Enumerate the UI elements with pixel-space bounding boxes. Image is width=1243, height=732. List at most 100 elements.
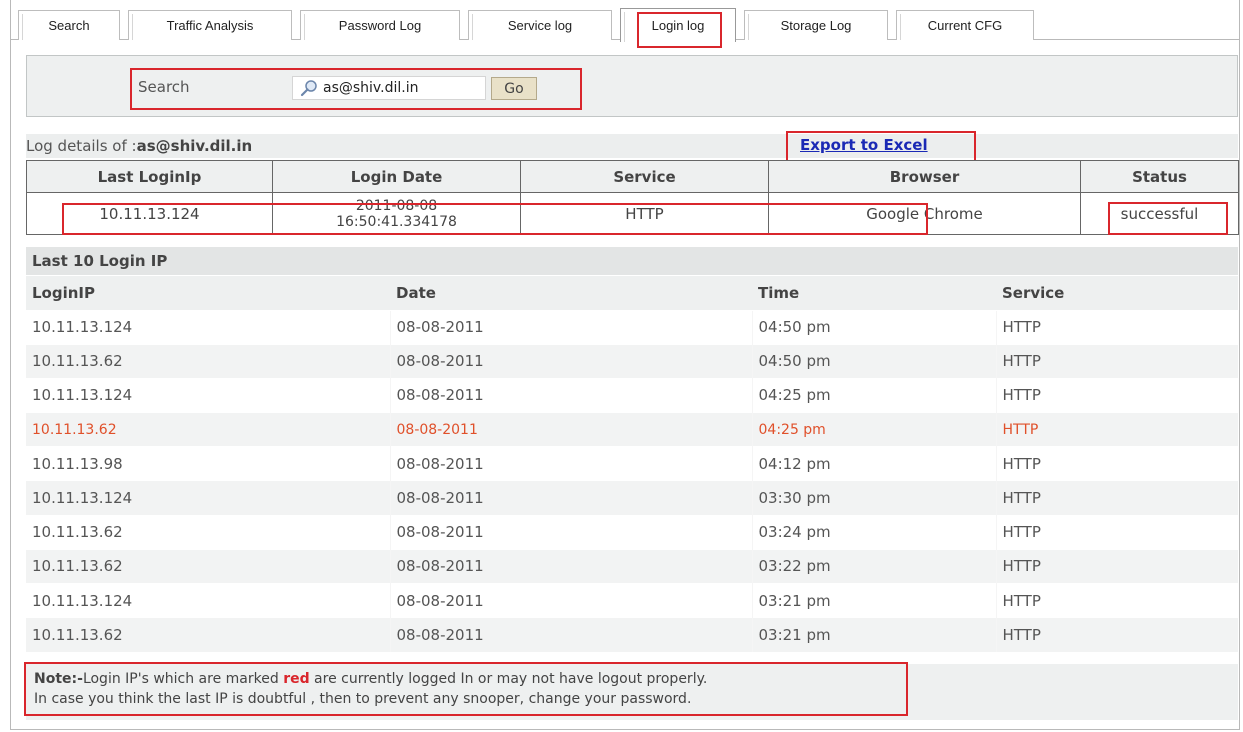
row-time: 03:24 pm xyxy=(751,514,996,550)
login-date-time: 16:50:41.334178 xyxy=(336,213,457,230)
table-row: 10.11.13.124 08-08-2011 04:50 pm HTTP xyxy=(26,309,1238,345)
row-ip: 10.11.13.62 xyxy=(26,617,390,652)
search-icon xyxy=(300,80,317,97)
row-date: 08-08-2011 xyxy=(389,617,752,652)
note-text: Login IP's which are marked xyxy=(82,671,284,687)
row-time: 03:21 pm xyxy=(751,617,996,652)
tab-service-log[interactable]: Service log xyxy=(468,10,612,40)
summary-header-cell: Status xyxy=(1080,160,1239,193)
row-time: 04:25 pm xyxy=(751,412,996,447)
row-service: HTTP xyxy=(995,412,1238,447)
note-box: Note:-Login IP's which are marked red ar… xyxy=(26,664,1238,720)
last-logins-heading: Last 10 Login IP xyxy=(26,247,1238,275)
last-logins-header-cell: Service xyxy=(996,276,1238,310)
note-red-word: red xyxy=(283,671,310,687)
log-details-prefix: Log details of : xyxy=(26,137,137,155)
search-label: Search xyxy=(138,78,190,96)
row-ip: 10.11.13.62 xyxy=(26,343,390,379)
table-row: 10.11.13.124 08-08-2011 04:25 pm HTTP xyxy=(26,377,1238,413)
tab-label: Traffic Analysis xyxy=(166,18,254,33)
tab-label: Storage Log xyxy=(780,18,852,33)
tab-storage-log[interactable]: Storage Log xyxy=(744,10,888,40)
login-service: HTTP xyxy=(520,192,769,235)
tab-search[interactable]: Search xyxy=(18,10,120,40)
row-date: 08-08-2011 xyxy=(389,343,752,379)
tab-label: Current CFG xyxy=(927,18,1003,33)
summary-header-cell: Service xyxy=(520,160,769,193)
table-row: 10.11.13.62 08-08-2011 03:21 pm HTTP xyxy=(26,617,1238,652)
row-ip: 10.11.13.124 xyxy=(26,377,390,413)
search-input-value: as@shiv.dil.in xyxy=(323,80,419,96)
login-status: successful xyxy=(1080,192,1239,235)
summary-header-cell: Browser xyxy=(768,160,1081,193)
row-time: 04:12 pm xyxy=(751,446,996,481)
row-service: HTTP xyxy=(995,548,1238,584)
row-time: 03:30 pm xyxy=(751,480,996,516)
last-logins-table: LoginIP Date Time Service 10.11.13.124 0… xyxy=(26,276,1238,652)
note-line-2: In case you think the last IP is doubtfu… xyxy=(34,691,692,707)
row-ip: 10.11.13.124 xyxy=(26,309,390,345)
tab-password-log[interactable]: Password Log xyxy=(300,10,460,40)
login-browser: Google Chrome xyxy=(768,192,1081,235)
table-row: 10.11.13.62 08-08-2011 04:50 pm HTTP xyxy=(26,343,1238,379)
table-row: 10.11.13.98 08-08-2011 04:12 pm HTTP xyxy=(26,446,1238,481)
row-ip: 10.11.13.98 xyxy=(26,446,390,481)
summary-header-cell: Login Date xyxy=(272,160,521,193)
note-text: are currently logged In or may not have … xyxy=(309,671,708,687)
last-logins-header-cell: Date xyxy=(390,276,752,310)
table-row: 10.11.13.62 08-08-2011 03:22 pm HTTP xyxy=(26,548,1238,584)
search-input[interactable]: as@shiv.dil.in xyxy=(292,76,486,100)
go-button[interactable]: Go xyxy=(491,77,537,100)
note-line-1: Note:-Login IP's which are marked red ar… xyxy=(34,669,1230,689)
row-date: 08-08-2011 xyxy=(389,412,752,447)
row-date: 08-08-2011 xyxy=(389,548,752,584)
row-service: HTTP xyxy=(995,582,1238,618)
search-panel xyxy=(26,55,1238,117)
row-service: HTTP xyxy=(995,446,1238,481)
last-login-ip: 10.11.13.124 xyxy=(26,192,273,235)
row-service: HTTP xyxy=(995,514,1238,550)
table-row: 10.11.13.124 08-08-2011 03:30 pm HTTP xyxy=(26,480,1238,516)
table-row-logged-in: 10.11.13.62 08-08-2011 04:25 pm HTTP xyxy=(26,412,1238,447)
tab-current-cfg[interactable]: Current CFG xyxy=(896,10,1034,40)
login-date: 2011-08-08 16:50:41.334178 xyxy=(272,192,521,235)
row-date: 08-08-2011 xyxy=(389,446,752,481)
tab-label: Login log xyxy=(651,18,705,33)
row-date: 08-08-2011 xyxy=(389,309,752,345)
last-logins-header-row: LoginIP Date Time Service xyxy=(26,276,1238,310)
tab-label: Service log xyxy=(507,18,573,33)
row-service: HTTP xyxy=(995,377,1238,413)
row-date: 08-08-2011 xyxy=(389,514,752,550)
row-service: HTTP xyxy=(995,617,1238,652)
row-time: 03:21 pm xyxy=(751,582,996,618)
login-date-day: 2011-08-08 xyxy=(355,197,438,214)
export-to-excel-link[interactable]: Export to Excel xyxy=(800,136,928,154)
row-time: 04:50 pm xyxy=(751,343,996,379)
last-logins-header-cell: LoginIP xyxy=(26,276,390,310)
row-service: HTTP xyxy=(995,343,1238,379)
summary-header-cell: Last LoginIp xyxy=(26,160,273,193)
row-ip: 10.11.13.62 xyxy=(26,548,390,584)
tab-traffic-analysis[interactable]: Traffic Analysis xyxy=(128,10,292,40)
row-date: 08-08-2011 xyxy=(389,480,752,516)
row-time: 04:25 pm xyxy=(751,377,996,413)
note-label: Note:- xyxy=(34,671,83,687)
row-service: HTTP xyxy=(995,480,1238,516)
summary-header-row: Last LoginIp Login Date Service Browser … xyxy=(26,160,1239,193)
row-date: 08-08-2011 xyxy=(389,377,752,413)
row-ip: 10.11.13.62 xyxy=(26,514,390,550)
table-row: 10.11.13.124 08-08-2011 03:21 pm HTTP xyxy=(26,582,1238,618)
row-time: 03:22 pm xyxy=(751,548,996,584)
table-row: 10.11.13.62 08-08-2011 03:24 pm HTTP xyxy=(26,514,1238,550)
row-ip: 10.11.13.62 xyxy=(26,412,390,447)
tab-label: Password Log xyxy=(338,18,422,33)
row-ip: 10.11.13.124 xyxy=(26,582,390,618)
summary-data-row: 10.11.13.124 2011-08-08 16:50:41.334178 H… xyxy=(26,192,1239,235)
tab-login-log[interactable]: Login log xyxy=(620,8,736,42)
row-ip: 10.11.13.124 xyxy=(26,480,390,516)
login-summary-table: Last LoginIp Login Date Service Browser … xyxy=(26,160,1239,235)
tab-label: Search xyxy=(48,18,90,33)
row-date: 08-08-2011 xyxy=(389,582,752,618)
row-service: HTTP xyxy=(995,309,1238,345)
log-details-user: as@shiv.dil.in xyxy=(136,137,253,155)
